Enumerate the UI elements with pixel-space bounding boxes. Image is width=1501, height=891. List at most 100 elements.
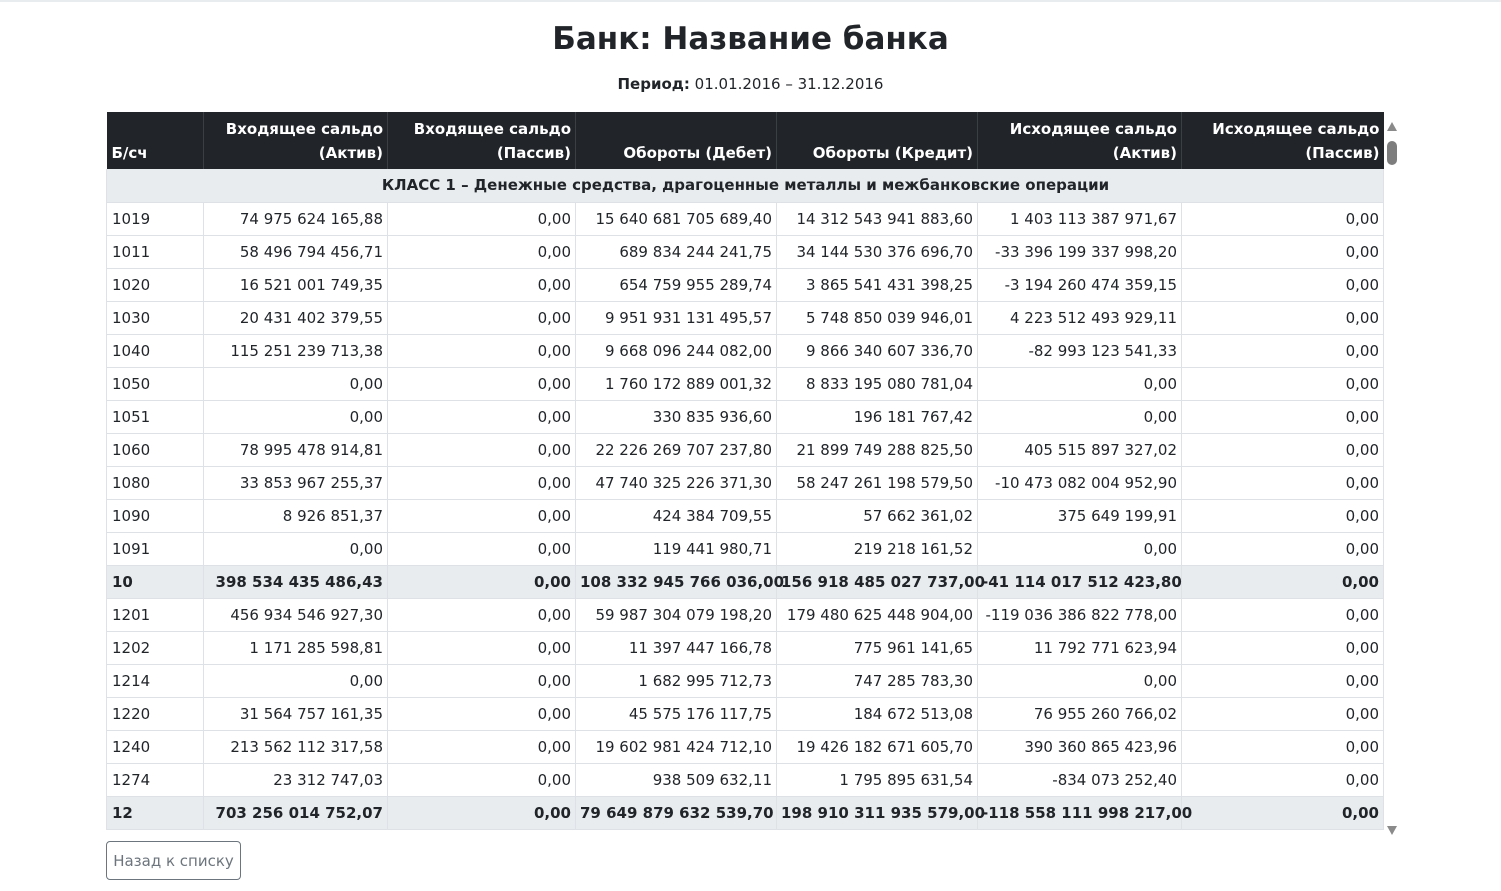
- amount-cell: 0,00: [1181, 433, 1384, 467]
- amount-cell: 390 360 865 423,96: [977, 730, 1182, 764]
- account-cell: 1040: [106, 334, 204, 368]
- table-row: 1050 0,00 0,00 1 760 172 889 001,32 8 833 19…: [106, 367, 1384, 401]
- account-cell: 1080: [106, 466, 204, 500]
- column-header-line2: (Пассив): [1305, 144, 1380, 162]
- account-cell: 1202: [106, 631, 204, 665]
- amount-cell: 9 866 340 607 336,70: [776, 334, 978, 368]
- amount-cell: 74 975 624 165,88: [203, 202, 388, 236]
- amount-cell: 156 918 485 027 737,00: [776, 565, 985, 599]
- amount-cell: 0,00: [387, 631, 576, 665]
- amount-cell: 20 431 402 379,55: [203, 301, 388, 335]
- amount-cell: 424 384 709,55: [575, 499, 777, 533]
- amount-cell: 115 251 239 713,38: [203, 334, 388, 368]
- table-row: 1202 1 171 285 598,81 0,00 11 397 447 166,7…: [106, 631, 1384, 665]
- amount-cell: 0,00: [387, 400, 576, 434]
- account-cell: 1214: [106, 664, 204, 698]
- table-row: 1040 115 251 239 713,38 0,00 9 668 096 244 …: [106, 334, 1384, 368]
- column-header-0: Б/сч: [106, 112, 204, 169]
- amount-cell: 1 171 285 598,81: [203, 631, 388, 665]
- amount-cell: 14 312 543 941 883,60: [776, 202, 978, 236]
- scrollbar-thumb[interactable]: [1387, 141, 1397, 165]
- account-cell: 1090: [106, 499, 204, 533]
- amount-cell: 8 833 195 080 781,04: [776, 367, 978, 401]
- amount-cell: 0,00: [387, 301, 576, 335]
- table-body: КЛАСС 1 – Денежные средства, драгоценные…: [106, 169, 1384, 830]
- scroll-up-arrow-icon[interactable]: [1387, 122, 1397, 131]
- account-cell: 1091: [106, 532, 204, 566]
- amount-cell: 375 649 199,91: [977, 499, 1182, 533]
- scroll-down-arrow-icon[interactable]: [1387, 826, 1397, 835]
- amount-cell: 119 441 980,71: [575, 532, 777, 566]
- account-cell: 12: [106, 796, 204, 830]
- amount-cell: 0,00: [387, 202, 576, 236]
- amount-cell: 0,00: [1181, 532, 1384, 566]
- subtotal-row: 10 398 534 435 486,43 0,00 108 332 945 766 …: [106, 565, 1384, 599]
- amount-cell: 0,00: [387, 598, 576, 632]
- account-cell: 1220: [106, 697, 204, 731]
- amount-cell: 0,00: [387, 235, 576, 269]
- amount-cell: 184 672 513,08: [776, 697, 978, 731]
- column-header-line2: (Пассив): [496, 144, 571, 162]
- amount-cell: -118 558 111 998 217,00: [977, 796, 1192, 830]
- amount-cell: 3 865 541 431 398,25: [776, 268, 978, 302]
- amount-cell: 703 256 014 752,07: [203, 796, 388, 830]
- amount-cell: 0,00: [1181, 499, 1384, 533]
- amount-cell: 179 480 625 448 904,00: [776, 598, 978, 632]
- amount-cell: 9 951 931 131 495,57: [575, 301, 777, 335]
- balance-table-container[interactable]: Б/сч Входящее сальдо (Актив) Входящее сальд…: [106, 112, 1400, 843]
- column-header-line1: [580, 117, 772, 141]
- amount-cell: 330 835 936,60: [575, 400, 777, 434]
- account-cell: 1011: [106, 235, 204, 269]
- amount-cell: 198 910 311 935 579,00: [776, 796, 985, 830]
- table-row: 1201 456 934 546 927,30 0,00 59 987 304 079…: [106, 598, 1384, 632]
- column-header-3: Обороты (Дебет): [575, 112, 777, 169]
- amount-cell: 19 602 981 424 712,10: [575, 730, 777, 764]
- amount-cell: 0,00: [1181, 268, 1384, 302]
- amount-cell: 0,00: [1181, 400, 1384, 434]
- amount-cell: 0,00: [387, 532, 576, 566]
- column-header-2: Входящее сальдо (Пассив): [387, 112, 576, 169]
- amount-cell: 8 926 851,37: [203, 499, 388, 533]
- back-to-list-button[interactable]: Назад к списку: [106, 841, 241, 880]
- amount-cell: 78 995 478 914,81: [203, 433, 388, 467]
- amount-cell: 21 899 749 288 825,50: [776, 433, 978, 467]
- amount-cell: 0,00: [977, 664, 1182, 698]
- table-row: 1060 78 995 478 914,81 0,00 22 226 269 707 …: [106, 433, 1384, 467]
- amount-cell: 0,00: [387, 433, 576, 467]
- table-row: 1220 31 564 757 161,35 0,00 45 575 176 117,…: [106, 697, 1384, 731]
- amount-cell: 196 181 767,42: [776, 400, 978, 434]
- column-header-line1: Входящее сальдо: [413, 120, 571, 138]
- balance-table: Б/сч Входящее сальдо (Актив) Входящее сальд…: [106, 112, 1384, 830]
- amount-cell: 0,00: [1181, 466, 1384, 500]
- amount-cell: 5 748 850 039 946,01: [776, 301, 978, 335]
- column-header-line1: Входящее сальдо: [225, 120, 383, 138]
- amount-cell: 0,00: [1181, 664, 1384, 698]
- account-cell: 1050: [106, 367, 204, 401]
- amount-cell: -41 114 017 512 423,80: [977, 565, 1182, 599]
- amount-cell: 0,00: [1181, 796, 1384, 830]
- period-label: Период:: [617, 75, 690, 93]
- amount-cell: 79 649 879 632 539,70: [575, 796, 777, 830]
- account-cell: 1201: [106, 598, 204, 632]
- amount-cell: 0,00: [387, 763, 576, 797]
- account-cell: 1274: [106, 763, 204, 797]
- column-header-line1: Исходящее сальдо: [1009, 120, 1177, 138]
- amount-cell: 22 226 269 707 237,80: [575, 433, 777, 467]
- column-header-line1: Исходящее сальдо: [1212, 120, 1380, 138]
- amount-cell: 213 562 112 317,58: [203, 730, 388, 764]
- amount-cell: 456 934 546 927,30: [203, 598, 388, 632]
- column-header-line2: (Актив): [318, 144, 383, 162]
- class-title: КЛАСС 1 – Денежные средства, драгоценные…: [106, 169, 1384, 203]
- amount-cell: 23 312 747,03: [203, 763, 388, 797]
- table-scrollbar[interactable]: [1384, 120, 1400, 835]
- amount-cell: 775 961 141,65: [776, 631, 978, 665]
- column-header-line1: Б/сч: [111, 144, 148, 162]
- amount-cell: 0,00: [387, 268, 576, 302]
- amount-cell: 0,00: [977, 367, 1182, 401]
- amount-cell: 0,00: [387, 367, 576, 401]
- amount-cell: 1 760 172 889 001,32: [575, 367, 777, 401]
- amount-cell: 0,00: [387, 697, 576, 731]
- amount-cell: 219 218 161,52: [776, 532, 978, 566]
- period-line: Период: 01.01.2016 – 31.12.2016: [0, 73, 1501, 95]
- amount-cell: -119 036 386 822 778,00: [977, 598, 1182, 632]
